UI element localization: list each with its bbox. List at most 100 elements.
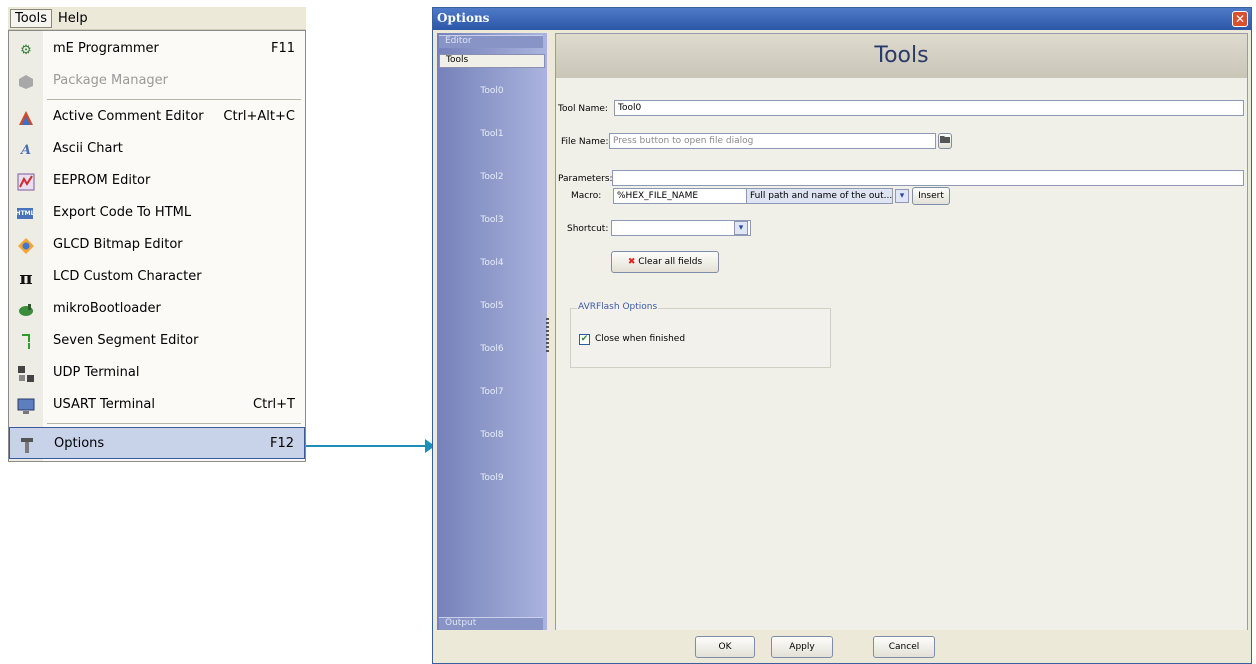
menu-item-options[interactable]: Options F12 xyxy=(9,427,305,459)
tool-list-item[interactable]: Tool3 xyxy=(437,215,547,225)
menu-item-shortcut: Ctrl+T xyxy=(253,397,295,412)
menu-item-shortcut: F11 xyxy=(270,41,295,56)
menu-item-label: EEPROM Editor xyxy=(53,173,151,188)
tool-name-label: Tool Name: xyxy=(558,104,608,114)
macro-label: Macro: xyxy=(571,191,602,201)
connector-arrow-line xyxy=(306,445,430,447)
shortcut-input[interactable] xyxy=(611,220,751,236)
tool-list-item[interactable]: Tool0 xyxy=(437,86,547,96)
chevron-down-icon: ▾ xyxy=(899,191,905,201)
menu-item-label: LCD Custom Character xyxy=(53,269,202,284)
tools-panel: Tools Tool Name: Tool0 File Name: Press … xyxy=(555,33,1248,631)
menu-item-package-manager: Package Manager xyxy=(9,65,305,97)
lcd-icon: π xyxy=(19,267,33,289)
eeprom-icon xyxy=(17,173,35,191)
dialog-title: Options xyxy=(437,11,490,25)
menu-item-glcd-bitmap-editor[interactable]: GLCD Bitmap Editor xyxy=(9,229,305,261)
options-dialog: Options ✕ Editor Tools Tool0 Tool1 Tool2… xyxy=(432,7,1252,664)
comment-editor-icon xyxy=(17,109,35,127)
menu-item-label: Seven Segment Editor xyxy=(53,333,199,348)
tool-list-item[interactable]: Tool2 xyxy=(437,172,547,182)
tab-label: Tools xyxy=(446,55,469,65)
panel-header: Tools xyxy=(556,34,1247,78)
package-icon xyxy=(17,73,35,91)
file-name-input[interactable]: Press button to open file dialog xyxy=(609,133,936,149)
tool-list-item[interactable]: Tool6 xyxy=(437,344,547,354)
clear-all-fields-button[interactable]: ✖ Clear all fields xyxy=(611,251,719,273)
menu-help[interactable]: Help xyxy=(54,10,92,27)
menu-item-me-programmer[interactable]: ⚙ mE Programmer F11 xyxy=(9,33,305,65)
tool-list-item[interactable]: Tool8 xyxy=(437,430,547,440)
tools-menu: ⚙ mE Programmer F11 Package Manager Acti… xyxy=(8,30,306,462)
macro-name-field[interactable]: %HEX_FILE_NAME xyxy=(613,188,746,204)
options-icon xyxy=(18,436,36,454)
ok-button[interactable]: OK xyxy=(695,636,755,658)
tool-list-item[interactable]: Tool7 xyxy=(437,387,547,397)
tab-tools[interactable]: Tools xyxy=(439,54,545,68)
tab-output[interactable]: Output xyxy=(439,617,543,630)
menu-item-lcd-custom-character[interactable]: π LCD Custom Character xyxy=(9,261,305,293)
browse-file-button[interactable] xyxy=(938,133,952,149)
tab-editor[interactable]: Editor xyxy=(439,35,543,48)
menu-item-label: mE Programmer xyxy=(53,41,159,56)
apply-button[interactable]: Apply xyxy=(771,636,833,658)
programmer-icon: ⚙ xyxy=(20,42,32,58)
tab-label: Editor xyxy=(445,36,472,46)
menu-separator xyxy=(47,423,301,424)
menu-item-label: UDP Terminal xyxy=(53,365,140,380)
seven-segment-icon xyxy=(17,333,35,351)
shortcut-dropdown-button[interactable]: ▾ xyxy=(734,221,748,235)
close-when-finished-checkbox[interactable]: ✔ xyxy=(579,334,590,345)
menu-item-label: Options xyxy=(54,436,105,451)
close-button[interactable]: ✕ xyxy=(1232,11,1248,27)
udp-terminal-icon xyxy=(17,365,35,383)
menu-item-label: Export Code To HTML xyxy=(53,205,192,220)
bootloader-icon xyxy=(17,301,35,319)
avrflash-options-group: AVRFlash Options ✔ Close when finished xyxy=(570,302,831,368)
menu-item-active-comment-editor[interactable]: Active Comment Editor Ctrl+Alt+C xyxy=(9,101,305,133)
tool-list-item[interactable]: Tool4 xyxy=(437,258,547,268)
menu-item-ascii-chart[interactable]: A Ascii Chart xyxy=(9,133,305,165)
red-x-icon: ✖ xyxy=(627,257,636,267)
insert-button[interactable]: Insert xyxy=(912,187,950,205)
menu-item-label: GLCD Bitmap Editor xyxy=(53,237,183,252)
parameters-label: Parameters: xyxy=(558,174,613,184)
menu-item-mikrobootloader[interactable]: mikroBootloader xyxy=(9,293,305,325)
usart-terminal-icon xyxy=(17,397,35,415)
tool-list-item[interactable]: Tool9 xyxy=(437,473,547,483)
menu-item-label: USART Terminal xyxy=(53,397,156,412)
close-when-finished-label: Close when finished xyxy=(595,334,686,344)
chevron-down-icon: ▾ xyxy=(738,223,744,233)
ascii-icon: A xyxy=(20,142,32,158)
menu-item-shortcut: Ctrl+Alt+C xyxy=(223,109,295,124)
dialog-title-bar: Options ✕ xyxy=(433,8,1251,30)
menu-item-udp-terminal[interactable]: UDP Terminal xyxy=(9,357,305,389)
menu-item-usart-terminal[interactable]: USART Terminal Ctrl+T xyxy=(9,389,305,421)
menu-bar: Tools Help xyxy=(8,7,306,30)
html-icon: HTML xyxy=(15,208,35,219)
file-name-label: File Name: xyxy=(561,137,609,147)
menu-tools[interactable]: Tools xyxy=(10,8,53,28)
side-panel: Editor Tools Tool0 Tool1 Tool2 Tool3 Too… xyxy=(437,33,547,631)
cancel-button[interactable]: Cancel xyxy=(873,636,935,658)
menu-item-eeprom-editor[interactable]: EEPROM Editor xyxy=(9,165,305,197)
tab-label: Output xyxy=(445,618,477,628)
splitter-grip[interactable] xyxy=(546,318,549,352)
menu-item-export-code-html[interactable]: HTML Export Code To HTML xyxy=(9,197,305,229)
menu-item-label: Active Comment Editor xyxy=(53,109,204,124)
tool-list-item[interactable]: Tool1 xyxy=(437,129,547,139)
menu-item-label: mikroBootloader xyxy=(53,301,161,316)
parameters-input[interactable] xyxy=(612,170,1244,186)
menu-item-seven-segment-editor[interactable]: Seven Segment Editor xyxy=(9,325,305,357)
tool-list-item[interactable]: Tool5 xyxy=(437,301,547,311)
panel-title: Tools xyxy=(874,43,929,68)
avrflash-options-legend: AVRFlash Options xyxy=(577,302,659,312)
folder-icon xyxy=(940,136,950,143)
glcd-icon xyxy=(17,237,35,255)
dialog-button-bar: OK Apply Cancel xyxy=(433,630,1251,663)
menu-item-label: Package Manager xyxy=(53,73,169,88)
tool-name-input[interactable]: Tool0 xyxy=(614,100,1244,116)
shortcut-label: Shortcut: xyxy=(567,224,609,234)
macro-description-field[interactable]: Full path and name of the out... xyxy=(746,188,893,204)
macro-dropdown-button[interactable]: ▾ xyxy=(895,189,909,203)
